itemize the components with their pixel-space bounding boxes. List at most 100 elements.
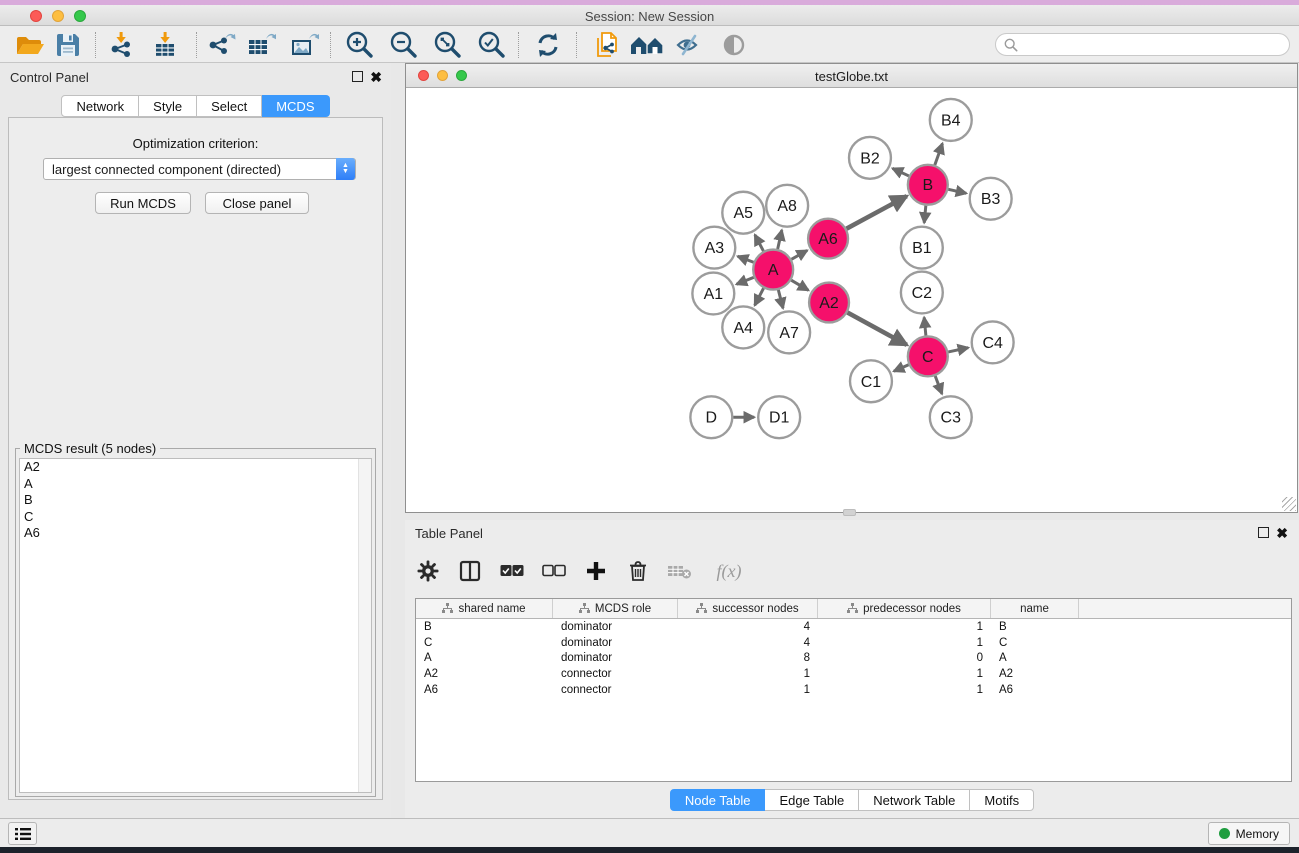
- table-mode-gear-button[interactable]: [415, 558, 441, 584]
- graph-node-A1[interactable]: A1: [692, 273, 734, 315]
- mcds-result-item[interactable]: A: [20, 476, 371, 493]
- table-tab-motifs[interactable]: Motifs: [970, 789, 1034, 811]
- close-table-panel-icon[interactable]: ✖: [1276, 528, 1288, 539]
- mcds-list-scrollbar[interactable]: [358, 459, 371, 792]
- refresh-layout-button[interactable]: [529, 29, 567, 61]
- unselect-all-rows-button[interactable]: [541, 558, 567, 584]
- graph-node-C1[interactable]: C1: [850, 360, 892, 402]
- graph-edge-A-A2[interactable]: [791, 280, 808, 290]
- delete-table-button[interactable]: [667, 558, 693, 584]
- export-image-button[interactable]: [285, 29, 323, 61]
- column-header-MCDS-role[interactable]: MCDS role: [553, 599, 678, 618]
- graph-node-A5[interactable]: A5: [722, 192, 764, 234]
- graph-node-A2[interactable]: A2: [809, 283, 849, 323]
- graph-edge-A-A7[interactable]: [778, 290, 783, 308]
- zoom-out-button[interactable]: [385, 29, 423, 61]
- select-all-rows-button[interactable]: [499, 558, 525, 584]
- zoom-selected-button[interactable]: [473, 29, 511, 61]
- graph-edge-A-A5[interactable]: [755, 235, 764, 251]
- graph-edge-C-C3[interactable]: [935, 376, 942, 394]
- graph-edge-A-A4[interactable]: [755, 288, 764, 305]
- node-table[interactable]: shared nameMCDS rolesuccessor nodesprede…: [415, 598, 1292, 782]
- hide-selected-button[interactable]: [671, 29, 709, 61]
- graph-node-B4[interactable]: B4: [930, 99, 972, 141]
- float-panel-icon[interactable]: [352, 71, 363, 82]
- graph-edge-B-B2[interactable]: [893, 168, 909, 176]
- graph-edge-A-A3[interactable]: [738, 256, 754, 262]
- graph-node-A8[interactable]: A8: [766, 185, 808, 227]
- add-column-button[interactable]: [583, 558, 609, 584]
- zoom-fit-button[interactable]: [429, 29, 467, 61]
- first-neighbors-button[interactable]: [628, 29, 666, 61]
- save-session-button[interactable]: [49, 29, 87, 61]
- table-row[interactable]: A6connector11A6: [416, 682, 1291, 698]
- graph-node-A7[interactable]: A7: [768, 311, 810, 353]
- graph-edge-A-A1[interactable]: [736, 277, 753, 284]
- tab-select[interactable]: Select: [197, 95, 262, 117]
- split-pane-handle[interactable]: [843, 509, 856, 516]
- graph-node-A4[interactable]: A4: [722, 306, 764, 348]
- graph-node-A6[interactable]: A6: [808, 219, 848, 259]
- graph-node-B[interactable]: B: [908, 165, 948, 205]
- open-file-button[interactable]: [11, 29, 49, 61]
- show-column-selector-button[interactable]: [457, 558, 483, 584]
- show-all-button[interactable]: [716, 29, 754, 61]
- graph-node-B3[interactable]: B3: [970, 178, 1012, 220]
- new-network-from-selection-button[interactable]: [588, 29, 626, 61]
- run-mcds-button[interactable]: Run MCDS: [95, 192, 191, 214]
- column-header-name[interactable]: name: [991, 599, 1079, 618]
- graph-node-D1[interactable]: D1: [758, 396, 800, 438]
- tab-network[interactable]: Network: [61, 95, 139, 117]
- tab-mcds[interactable]: MCDS: [262, 95, 329, 117]
- export-table-button[interactable]: [242, 29, 280, 61]
- graph-edge-A2-C[interactable]: [847, 313, 906, 345]
- import-network-button[interactable]: [102, 29, 140, 61]
- zoom-in-button[interactable]: [341, 29, 379, 61]
- graph-node-A[interactable]: A: [753, 250, 793, 290]
- window-resize-grip[interactable]: [1282, 497, 1296, 511]
- table-row[interactable]: A2connector11A2: [416, 666, 1291, 682]
- column-header-successor-nodes[interactable]: successor nodes: [678, 599, 818, 618]
- search-input[interactable]: [995, 33, 1290, 56]
- table-tab-node-table[interactable]: Node Table: [670, 789, 766, 811]
- close-panel-icon[interactable]: ✖: [370, 72, 382, 83]
- graph-edge-C-C4[interactable]: [948, 348, 968, 352]
- graph-node-B1[interactable]: B1: [901, 227, 943, 269]
- table-tab-network-table[interactable]: Network Table: [859, 789, 970, 811]
- graph-edge-C-C1[interactable]: [894, 365, 909, 372]
- graph-edge-A-A6[interactable]: [791, 250, 807, 259]
- mcds-result-item[interactable]: A6: [20, 525, 371, 542]
- network-canvas[interactable]: B4B2BB3A8A5A6A3B1AC2A1A2A4A7C4CC1C3DD1: [406, 89, 1297, 512]
- optimization-dropdown[interactable]: largest connected component (directed) ▲…: [43, 158, 356, 180]
- float-table-panel-icon[interactable]: [1258, 527, 1269, 538]
- column-header-shared-name[interactable]: shared name: [416, 599, 553, 618]
- export-network-button[interactable]: [202, 29, 240, 61]
- graph-node-A3[interactable]: A3: [693, 227, 735, 269]
- graph-node-C2[interactable]: C2: [901, 272, 943, 314]
- column-header-predecessor-nodes[interactable]: predecessor nodes: [818, 599, 991, 618]
- network-window-titlebar[interactable]: testGlobe.txt: [406, 64, 1297, 88]
- function-builder-button[interactable]: f(x): [709, 558, 749, 584]
- mcds-result-list[interactable]: A2ABCA6: [19, 458, 372, 793]
- task-history-button[interactable]: [8, 822, 37, 845]
- import-table-button[interactable]: [146, 29, 184, 61]
- graph-node-C3[interactable]: C3: [930, 396, 972, 438]
- table-tab-edge-table[interactable]: Edge Table: [765, 789, 859, 811]
- table-row[interactable]: Adominator80A: [416, 651, 1291, 667]
- graph-edge-B-B1[interactable]: [924, 206, 926, 223]
- graph-edge-B-B3[interactable]: [948, 189, 966, 193]
- table-row[interactable]: Cdominator41C: [416, 635, 1291, 651]
- graph-node-C4[interactable]: C4: [972, 321, 1014, 363]
- memory-button[interactable]: Memory: [1208, 822, 1290, 845]
- close-panel-button[interactable]: Close panel: [205, 192, 309, 214]
- mcds-result-item[interactable]: B: [20, 492, 371, 509]
- graph-edge-A-A8[interactable]: [778, 230, 782, 249]
- mcds-result-item[interactable]: C: [20, 509, 371, 526]
- delete-column-button[interactable]: [625, 558, 651, 584]
- graph-edge-A6-B[interactable]: [846, 196, 906, 229]
- table-row[interactable]: Bdominator41B: [416, 619, 1291, 635]
- graph-node-C[interactable]: C: [908, 336, 948, 376]
- mcds-result-item[interactable]: A2: [20, 459, 371, 476]
- graph-edge-B-B4[interactable]: [935, 143, 943, 165]
- graph-edge-C-C2[interactable]: [924, 317, 926, 335]
